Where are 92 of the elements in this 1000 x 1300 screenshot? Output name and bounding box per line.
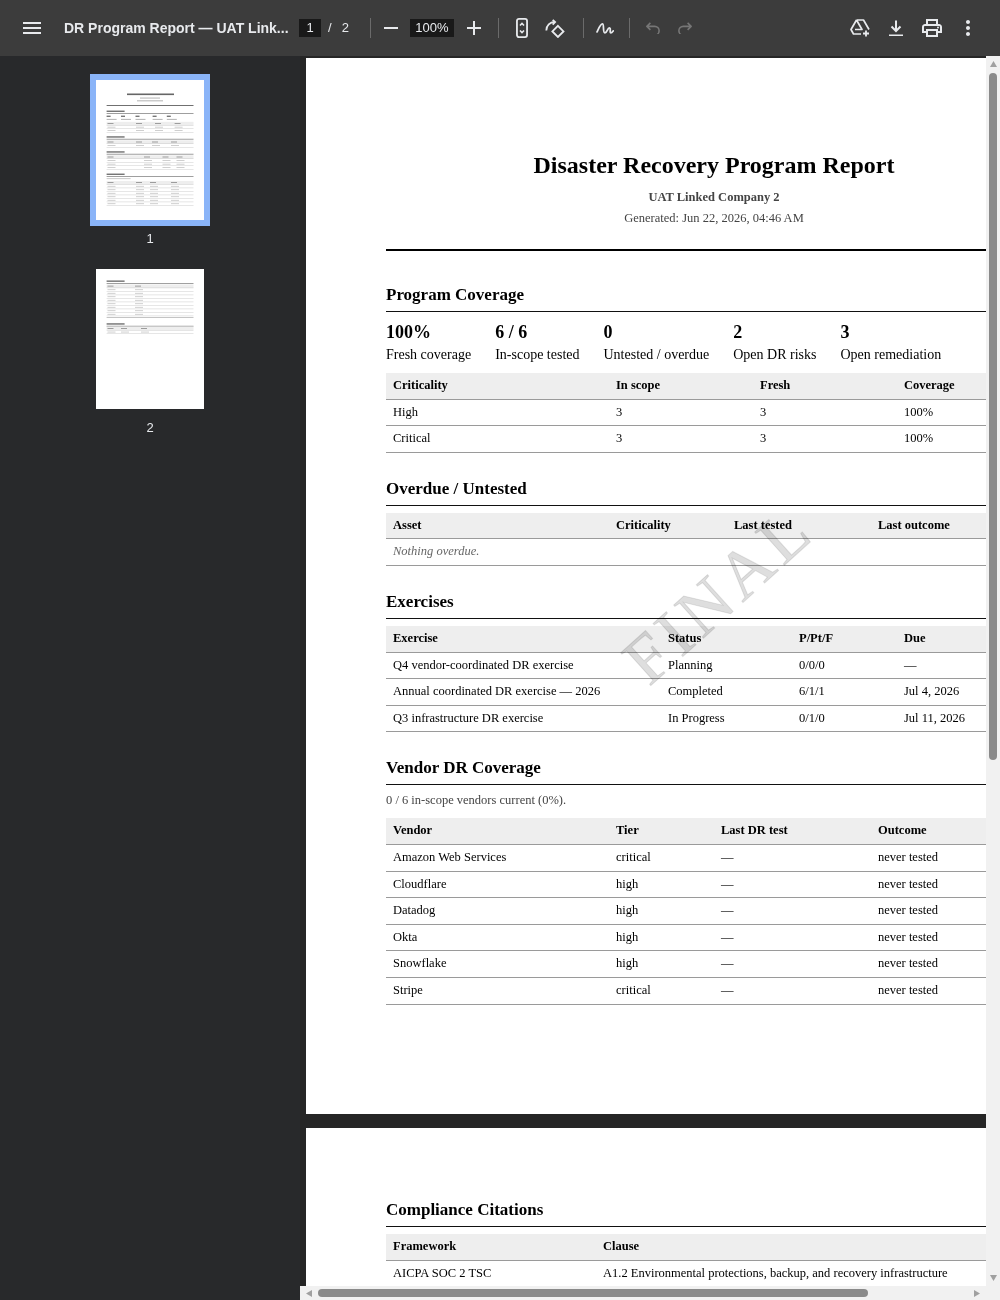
- stat-value: 2: [733, 321, 743, 343]
- table-cell: high: [609, 871, 714, 898]
- column-header: Criticality: [386, 373, 609, 400]
- stat-label: Fresh coverage: [386, 346, 472, 363]
- column-header: Tier: [609, 818, 714, 845]
- scrollbar-thumb[interactable]: [989, 73, 997, 760]
- triangle-plus-icon: [850, 18, 870, 38]
- table-cell: —: [714, 977, 871, 1004]
- column-header: Last DR test: [714, 818, 871, 845]
- column-header: Asset: [386, 512, 609, 539]
- page-count: 2: [341, 19, 349, 38]
- stat-value: 100%: [386, 321, 431, 343]
- table-cell: Q3 infrastructure DR exercise: [386, 705, 661, 732]
- page-number-label: 2: [146, 420, 154, 436]
- squiggle-icon: [595, 22, 614, 34]
- redo-icon: [677, 22, 692, 34]
- more-options-icon: [966, 20, 970, 36]
- table-cell: high: [609, 924, 714, 951]
- table-cell: —: [714, 897, 871, 925]
- page-number-label: 1: [146, 231, 154, 247]
- page-thumbnail[interactable]: [90, 74, 210, 226]
- table-cell: critical: [609, 844, 714, 872]
- section-heading: Program Coverage: [386, 285, 524, 305]
- column-header: Framework: [386, 1234, 596, 1261]
- table-cell: High: [386, 399, 609, 426]
- column-header: Due: [897, 625, 986, 653]
- menu-icon: [23, 22, 41, 34]
- scroll-down-arrow-icon: [989, 1275, 997, 1281]
- table-cell: Cloudflare: [386, 871, 609, 898]
- stat-label: Untested / overdue: [603, 346, 710, 363]
- company-name: UAT Linked Company 2: [648, 190, 780, 205]
- generated-date: Generated: Jun 22, 2026, 04:46 AM: [624, 211, 804, 226]
- table-cell: Datadog: [386, 897, 609, 925]
- stat-value: 0: [603, 321, 613, 343]
- column-header: Outcome: [871, 818, 986, 845]
- fit-page-icon: [515, 18, 528, 38]
- column-header: Clause: [596, 1234, 986, 1261]
- plus-icon: [466, 21, 481, 35]
- scroll-left-arrow-icon: [306, 1289, 312, 1297]
- table-cell: —: [714, 950, 871, 978]
- table-cell: Okta: [386, 924, 609, 951]
- print-icon: [922, 19, 942, 37]
- undo-icon: [645, 22, 660, 34]
- table-cell: Stripe: [386, 977, 609, 1004]
- table-cell: Critical: [386, 425, 609, 453]
- column-header: In scope: [609, 373, 753, 400]
- table-cell: high: [609, 897, 714, 925]
- table-cell: Snowflake: [386, 950, 609, 978]
- table-cell: In Progress: [661, 705, 792, 732]
- column-header: Exercise: [386, 625, 661, 653]
- stat-value: 6 / 6: [495, 321, 528, 343]
- section-heading: Overdue / Untested: [386, 478, 527, 499]
- stat-value: 3: [840, 321, 850, 343]
- table-cell: 3: [609, 425, 753, 453]
- stat-label: Open DR risks: [733, 346, 817, 363]
- table-cell: —: [714, 844, 871, 872]
- vertical-scrollbar[interactable]: [986, 56, 1000, 1286]
- section-heading: Exercises: [386, 591, 454, 612]
- scrollbar-thumb[interactable]: [318, 1289, 868, 1297]
- section-heading: Vendor DR Coverage: [386, 758, 541, 779]
- column-header: Coverage: [897, 373, 986, 400]
- table-cell: 0/1/0: [792, 705, 897, 732]
- document-title: DR Program Report — UAT Link...: [64, 18, 289, 38]
- coverage-note: 0 / 6 in-scope vendors current (0%).: [386, 793, 567, 809]
- stat-label: Open remediation: [840, 346, 942, 363]
- table-cell: —: [714, 924, 871, 951]
- table-cell: 3: [753, 399, 897, 426]
- table-cell: high: [609, 950, 714, 978]
- column-header: Fresh: [753, 373, 897, 400]
- rotate-icon: [544, 18, 565, 38]
- stat-label: In-scope tested: [495, 346, 580, 363]
- scroll-up-arrow-icon: [989, 61, 997, 67]
- table-cell: Annual coordinated DR exercise — 2026: [386, 678, 661, 706]
- table-cell: 3: [609, 399, 753, 426]
- column-header: Vendor: [386, 818, 609, 845]
- table-cell: Amazon Web Services: [386, 844, 609, 872]
- table-cell: Completed: [661, 678, 792, 706]
- minus-icon: [383, 27, 398, 29]
- page-separator: /: [328, 19, 332, 38]
- horizontal-scrollbar[interactable]: [300, 1286, 1000, 1300]
- zoom-field[interactable]: 100%: [409, 19, 454, 37]
- scroll-right-arrow-icon: [974, 1289, 980, 1297]
- table-cell: critical: [609, 977, 714, 1004]
- table-cell: 3: [753, 425, 897, 453]
- table-cell: 6/1/1: [792, 678, 897, 706]
- column-header: Last outcome: [871, 512, 986, 539]
- table-cell: —: [714, 871, 871, 898]
- download-icon: [888, 19, 904, 37]
- page-thumbnail[interactable]: [96, 269, 204, 409]
- report-title: Disaster Recovery Program Report: [533, 151, 895, 179]
- page-number-field[interactable]: 1: [299, 19, 322, 37]
- section-heading: Compliance Citations: [386, 1200, 544, 1220]
